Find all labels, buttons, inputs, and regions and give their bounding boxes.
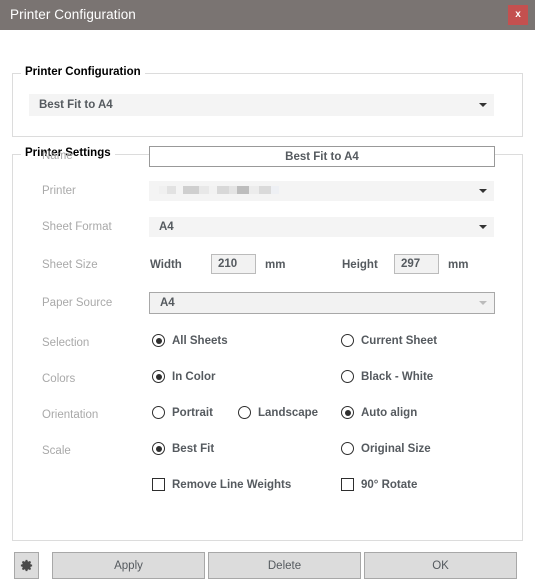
height-input[interactable] xyxy=(394,254,439,274)
width-unit-label: mm xyxy=(265,259,286,271)
paper-source-value: A4 xyxy=(160,297,175,309)
width-label: Width xyxy=(150,259,182,271)
radio-portrait-label: Portrait xyxy=(172,406,213,419)
radio-all-sheets-mark xyxy=(152,334,165,347)
radio-best-fit-mark xyxy=(152,442,165,455)
sheet-format-value: A4 xyxy=(159,221,174,233)
name-input[interactable] xyxy=(149,146,495,167)
selection-label: Selection xyxy=(42,337,90,349)
radio-portrait[interactable]: Portrait xyxy=(152,406,213,419)
title-bar: Printer Configuration x xyxy=(0,0,535,30)
sheet-format-dropdown[interactable]: A4 xyxy=(149,217,494,237)
printer-label: Printer xyxy=(42,185,76,197)
gear-icon[interactable] xyxy=(14,552,39,579)
radio-landscape[interactable]: Landscape xyxy=(238,406,318,419)
printer-value-redacted xyxy=(159,186,279,194)
delete-button[interactable]: Delete xyxy=(208,552,361,579)
orientation-label: Orientation xyxy=(42,409,99,421)
sheet-format-label: Sheet Format xyxy=(42,221,112,233)
colors-label: Colors xyxy=(42,373,76,385)
radio-auto-align-label: Auto align xyxy=(361,406,418,419)
preset-dropdown-value: Best Fit to A4 xyxy=(39,99,113,111)
checkbox-remove-line-weights[interactable]: Remove Line Weights xyxy=(152,478,291,491)
paper-source-label: Paper Source xyxy=(42,297,113,309)
height-label: Height xyxy=(342,259,378,271)
radio-all-sheets-label: All Sheets xyxy=(172,334,228,347)
chevron-down-icon xyxy=(472,94,494,116)
radio-landscape-label: Landscape xyxy=(258,406,319,419)
radio-auto-align[interactable]: Auto align xyxy=(341,406,417,419)
radio-all-sheets[interactable]: All Sheets xyxy=(152,334,228,347)
checkbox-remove-line-weights-label: Remove Line Weights xyxy=(172,478,292,491)
printer-dropdown[interactable] xyxy=(149,181,494,201)
paper-source-dropdown[interactable]: A4 xyxy=(149,292,495,314)
dialog-body: Printer Configuration Best Fit to A4 Pri… xyxy=(0,30,535,579)
radio-black-white-mark xyxy=(341,370,354,383)
width-input[interactable] xyxy=(211,254,256,274)
sheet-size-label: Sheet Size xyxy=(42,259,98,271)
checkbox-90-rotate-mark xyxy=(341,478,354,491)
name-label: Name xyxy=(42,150,73,162)
radio-original-size[interactable]: Original Size xyxy=(341,442,431,455)
radio-portrait-mark xyxy=(152,406,165,419)
radio-landscape-mark xyxy=(238,406,251,419)
height-unit-label: mm xyxy=(448,259,469,271)
radio-original-size-label: Original Size xyxy=(361,442,431,455)
radio-original-size-mark xyxy=(341,442,354,455)
apply-button[interactable]: Apply xyxy=(52,552,205,579)
chevron-down-icon xyxy=(472,217,494,237)
radio-best-fit[interactable]: Best Fit xyxy=(152,442,214,455)
radio-black-white[interactable]: Black - White xyxy=(341,370,433,383)
window-title: Printer Configuration xyxy=(10,7,136,22)
radio-in-color[interactable]: In Color xyxy=(152,370,215,383)
close-icon[interactable]: x xyxy=(508,5,528,25)
checkbox-90-rotate-label: 90° Rotate xyxy=(361,478,418,491)
ok-button[interactable]: OK xyxy=(364,552,517,579)
printer-configuration-group-title: Printer Configuration xyxy=(21,66,145,78)
chevron-down-icon xyxy=(472,181,494,201)
radio-current-sheet-mark xyxy=(341,334,354,347)
radio-best-fit-label: Best Fit xyxy=(172,442,215,455)
radio-in-color-mark xyxy=(152,370,165,383)
chevron-down-icon xyxy=(472,293,494,313)
checkbox-90-rotate[interactable]: 90° Rotate xyxy=(341,478,417,491)
radio-auto-align-mark xyxy=(341,406,354,419)
radio-current-sheet-label: Current Sheet xyxy=(361,334,438,347)
checkbox-remove-line-weights-mark xyxy=(152,478,165,491)
preset-dropdown[interactable]: Best Fit to A4 xyxy=(29,94,494,116)
radio-current-sheet[interactable]: Current Sheet xyxy=(341,334,437,347)
scale-label: Scale xyxy=(42,445,71,457)
radio-in-color-label: In Color xyxy=(172,370,216,383)
radio-black-white-label: Black - White xyxy=(361,370,434,383)
